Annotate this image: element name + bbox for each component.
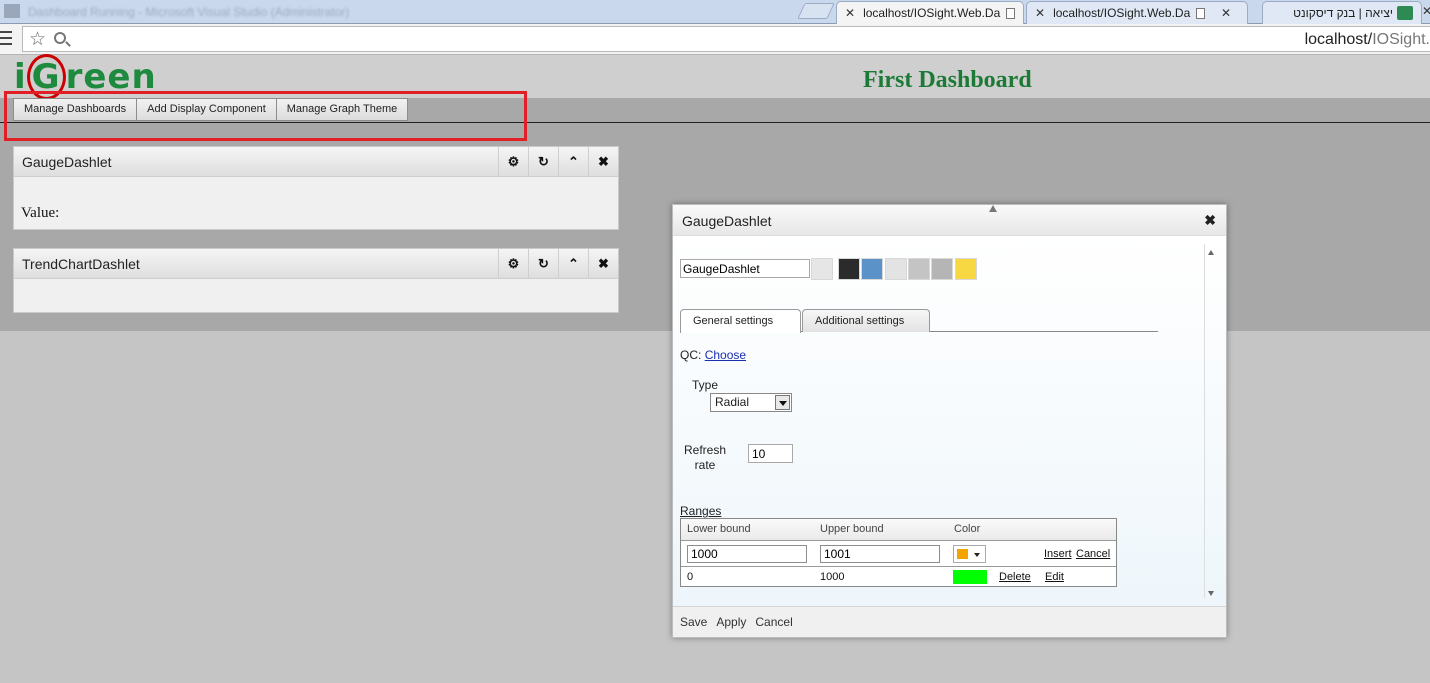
tab-label: יציאה | בנק דיסקונט xyxy=(1293,6,1393,20)
refresh-icon[interactable]: ↻ xyxy=(528,249,558,279)
close-tab-icon[interactable]: ✕ xyxy=(1221,6,1231,20)
range-color-swatch xyxy=(953,570,987,584)
browser-tab-2[interactable]: ✕ localhost/IOSight.Web.Da ✕ xyxy=(1026,1,1248,24)
menu-icon[interactable] xyxy=(0,31,12,45)
toolbar-highlight-annotation xyxy=(4,91,527,141)
browser-tab-strip: Dashboard Running - Microsoft Visual Stu… xyxy=(0,0,1430,24)
app-icon xyxy=(4,4,20,18)
tab-additional-settings[interactable]: Additional settings xyxy=(802,309,930,332)
bookmark-star-icon[interactable]: ☆ xyxy=(29,28,46,51)
chevron-down-icon xyxy=(974,553,980,557)
table-row: 0 1000 Delete Edit xyxy=(681,568,1116,587)
close-icon[interactable]: ✖ xyxy=(1204,212,1216,229)
dashlet-name-input[interactable] xyxy=(680,259,810,278)
insert-link[interactable]: Insert xyxy=(1044,548,1072,560)
ranges-table-header: Lower bound Upper bound Color xyxy=(681,519,1116,541)
refresh-icon[interactable]: ↻ xyxy=(528,147,558,177)
background-window-title: Dashboard Running - Microsoft Visual Stu… xyxy=(4,4,349,19)
theme-swatch[interactable] xyxy=(838,258,860,280)
ranges-table: Lower bound Upper bound Color Insert Can… xyxy=(680,518,1117,587)
search-icon xyxy=(54,32,66,44)
settings-gear-icon[interactable]: ⚙ xyxy=(498,249,528,279)
gauge-dashlet: GaugeDashlet ⚙ ↻ ⌃ ✖ Value: xyxy=(13,146,619,230)
collapse-chevron-up-icon[interactable]: ⌃ xyxy=(558,147,588,177)
cancel-link[interactable]: Cancel xyxy=(1076,548,1110,560)
upper-bound-cell: 1000 xyxy=(820,571,845,583)
refresh-rate-label: Refresh rate xyxy=(683,443,727,472)
close-tab-icon[interactable]: ✕ xyxy=(845,6,855,20)
dashlet-title: GaugeDashlet xyxy=(22,154,112,170)
resize-grip-icon[interactable] xyxy=(989,205,997,212)
close-tab-icon[interactable]: ✕ xyxy=(1422,4,1430,18)
cancel-button[interactable]: Cancel xyxy=(755,615,792,629)
dialog-footer: Save Apply Cancel xyxy=(673,606,1226,637)
edit-link[interactable]: Edit xyxy=(1045,571,1064,583)
delete-link[interactable]: Delete xyxy=(999,571,1031,583)
new-tab-button[interactable] xyxy=(797,3,835,19)
close-icon[interactable]: ✖ xyxy=(588,249,618,279)
url-input[interactable]: ☆ localhost/IOSight. xyxy=(22,26,1430,52)
ranges-label: Ranges xyxy=(680,504,722,518)
save-button[interactable]: Save xyxy=(680,615,707,629)
dashlet-header[interactable]: GaugeDashlet ⚙ ↻ ⌃ ✖ xyxy=(14,147,618,177)
url-text: localhost/IOSight. xyxy=(1304,31,1430,48)
lower-bound-header: Lower bound xyxy=(687,523,751,535)
qc-label: QC: xyxy=(680,348,702,362)
choose-qc-link[interactable]: Choose xyxy=(705,348,746,362)
close-tab-icon[interactable]: ✕ xyxy=(1035,6,1045,20)
page-icon xyxy=(1196,7,1205,19)
theme-swatch[interactable] xyxy=(885,258,907,280)
theme-swatch[interactable] xyxy=(955,258,977,280)
address-bar: ☆ localhost/IOSight. xyxy=(0,24,1430,55)
color-header: Color xyxy=(954,523,981,535)
range-color-picker[interactable] xyxy=(953,545,986,563)
collapse-chevron-up-icon[interactable]: ⌃ xyxy=(558,249,588,279)
dashlet-header[interactable]: TrendChartDashlet ⚙ ↻ ⌃ ✖ xyxy=(14,249,618,279)
theme-swatch[interactable] xyxy=(908,258,930,280)
gauge-type-select[interactable]: Radial xyxy=(710,393,792,412)
type-label: Type xyxy=(692,378,719,392)
qc-row: QC: Choose xyxy=(680,348,746,362)
chevron-down-icon[interactable] xyxy=(775,395,790,410)
value-label: Value: xyxy=(21,205,60,221)
scroll-down-arrow-icon[interactable] xyxy=(1208,591,1214,596)
dashlet-settings-dialog: GaugeDashlet ✖ General settings Addition… xyxy=(672,204,1227,638)
settings-tabs: General settings Additional settings xyxy=(680,309,1158,333)
upper-bound-input[interactable] xyxy=(820,545,940,563)
gauge-type-value: Radial xyxy=(715,395,750,409)
dialog-header[interactable]: GaugeDashlet ✖ xyxy=(673,205,1226,236)
page-title: First Dashboard xyxy=(863,67,1032,93)
vertical-scrollbar[interactable] xyxy=(1204,244,1216,598)
page-icon xyxy=(1006,7,1015,19)
color-swatch xyxy=(957,549,968,559)
theme-swatch[interactable] xyxy=(861,258,883,280)
bank-favicon-icon xyxy=(1397,6,1413,20)
range-edit-row: Insert Cancel xyxy=(681,542,1116,567)
refresh-rate-input[interactable] xyxy=(748,444,793,463)
dashlet-title: TrendChartDashlet xyxy=(22,256,140,272)
close-icon[interactable]: ✖ xyxy=(588,147,618,177)
lower-bound-cell: 0 xyxy=(687,571,694,583)
theme-swatch[interactable] xyxy=(811,258,833,280)
trend-chart-dashlet: TrendChartDashlet ⚙ ↻ ⌃ ✖ xyxy=(13,248,619,313)
browser-tab-1[interactable]: ✕ localhost/IOSight.Web.Da xyxy=(836,1,1024,24)
tab-label: localhost/IOSight.Web.Da xyxy=(1053,6,1191,20)
apply-button[interactable]: Apply xyxy=(716,615,746,629)
lower-bound-input[interactable] xyxy=(687,545,807,563)
tab-label: localhost/IOSight.Web.Da xyxy=(863,6,1001,20)
browser-tab-3[interactable]: יציאה | בנק דיסקונט xyxy=(1262,1,1422,24)
scroll-up-arrow-icon[interactable] xyxy=(1208,250,1214,255)
theme-swatch[interactable] xyxy=(931,258,953,280)
settings-gear-icon[interactable]: ⚙ xyxy=(498,147,528,177)
dialog-body: General settings Additional settings QC:… xyxy=(673,236,1226,606)
dialog-title: GaugeDashlet xyxy=(682,213,772,229)
upper-bound-header: Upper bound xyxy=(820,523,884,535)
tab-general-settings[interactable]: General settings xyxy=(680,309,801,333)
